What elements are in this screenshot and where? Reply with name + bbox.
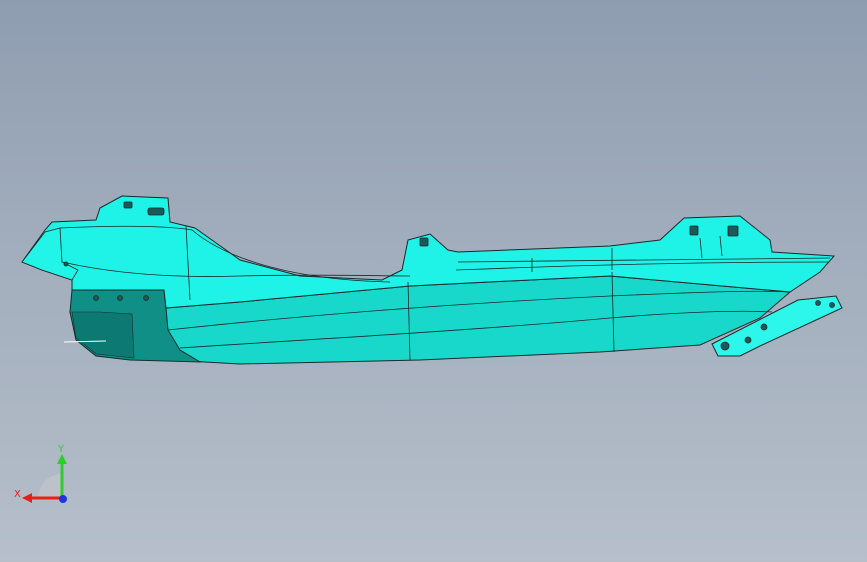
x-axis-arrowhead — [22, 493, 32, 503]
y-axis-label: Y — [57, 444, 65, 455]
axis-triad[interactable]: Y X — [12, 440, 76, 510]
x-axis-label: X — [14, 489, 21, 500]
z-axis-dot — [59, 495, 67, 503]
front-dark-panel-inner — [71, 311, 135, 359]
part-model[interactable] — [0, 0, 867, 562]
3d-viewport[interactable]: Y X — [0, 0, 867, 562]
triad-quadrant — [38, 474, 62, 498]
y-axis-arrowhead — [57, 454, 67, 464]
